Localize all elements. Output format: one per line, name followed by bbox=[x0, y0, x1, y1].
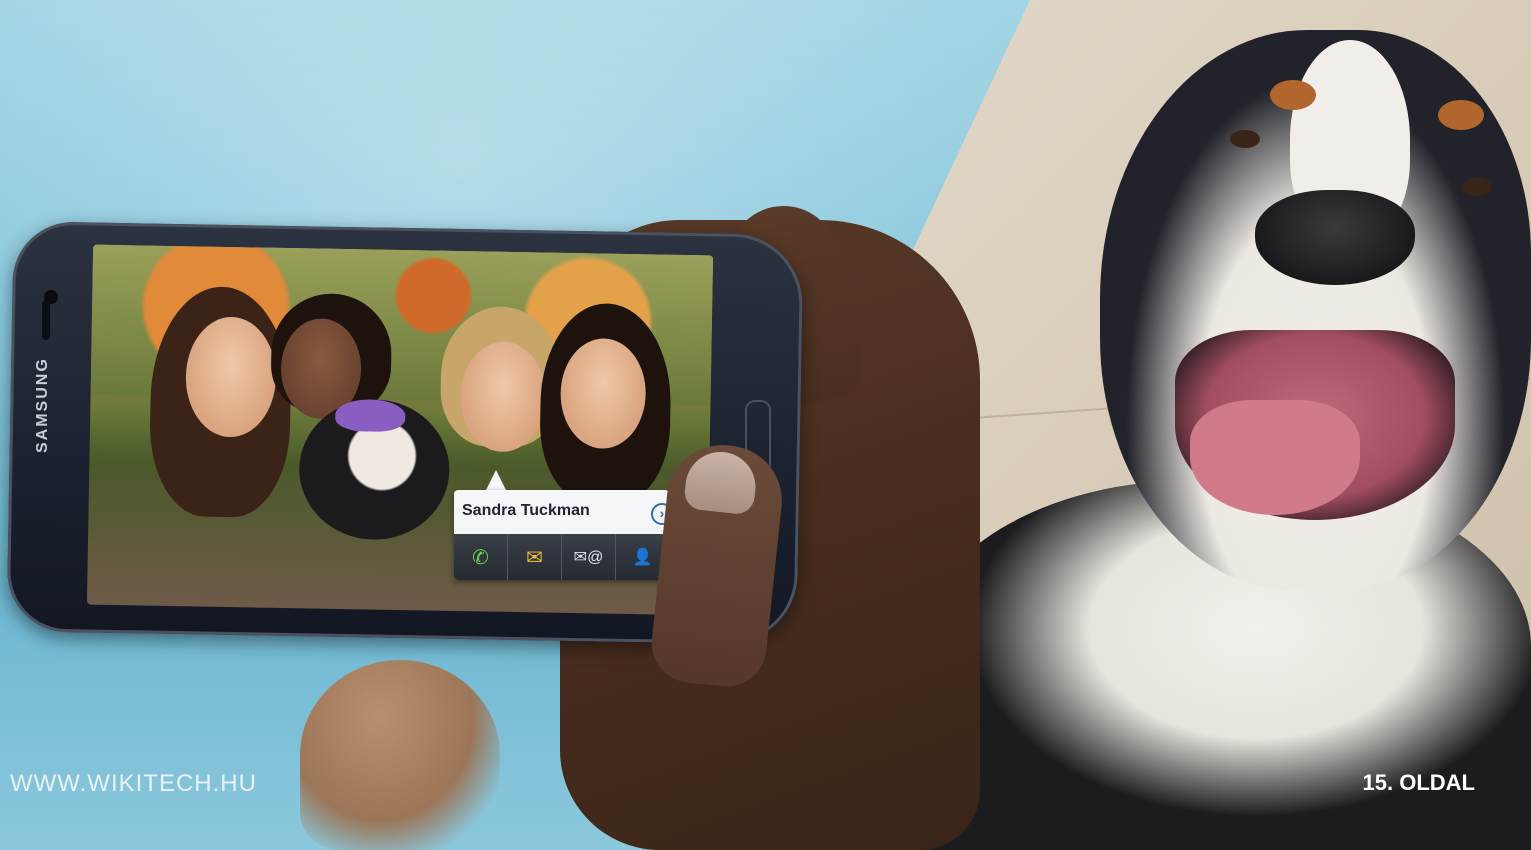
feet-in-water bbox=[300, 660, 500, 850]
contact-icon: 👤 bbox=[632, 549, 653, 566]
dog-right-eye bbox=[1462, 178, 1492, 196]
call-button[interactable]: ✆ bbox=[454, 534, 508, 580]
phone-speaker bbox=[42, 300, 50, 340]
contact-name[interactable]: Sandra Tuckman bbox=[462, 502, 590, 520]
contact-actions-bar: ✆ ✉ ✉@ 👤 bbox=[454, 534, 669, 580]
dog-tongue bbox=[1190, 400, 1360, 515]
message-button[interactable]: ✉ bbox=[508, 534, 562, 580]
email-button[interactable]: ✉@ bbox=[562, 534, 616, 580]
contact-card-pointer bbox=[486, 470, 506, 490]
phone-icon: ✆ bbox=[472, 546, 489, 569]
phone-brand-label: SAMSUNG bbox=[34, 357, 51, 453]
dog-left-eye bbox=[1230, 130, 1260, 148]
website-label: WWW.WIKITECH.HU bbox=[10, 770, 257, 797]
photo-scene: SAMSUNG Sandra Tuckman › ✆ ✉ ✉@ 👤 WWW.WI… bbox=[0, 0, 1531, 850]
dog-right-eyebrow bbox=[1438, 100, 1484, 130]
dog-nose bbox=[1255, 190, 1415, 285]
page-number: 15. OLDAL bbox=[1362, 770, 1475, 795]
mail-icon: ✉ bbox=[526, 546, 543, 569]
email-icon: ✉@ bbox=[573, 549, 604, 566]
purple-bow bbox=[334, 398, 406, 433]
dog-left-eyebrow bbox=[1270, 80, 1316, 110]
